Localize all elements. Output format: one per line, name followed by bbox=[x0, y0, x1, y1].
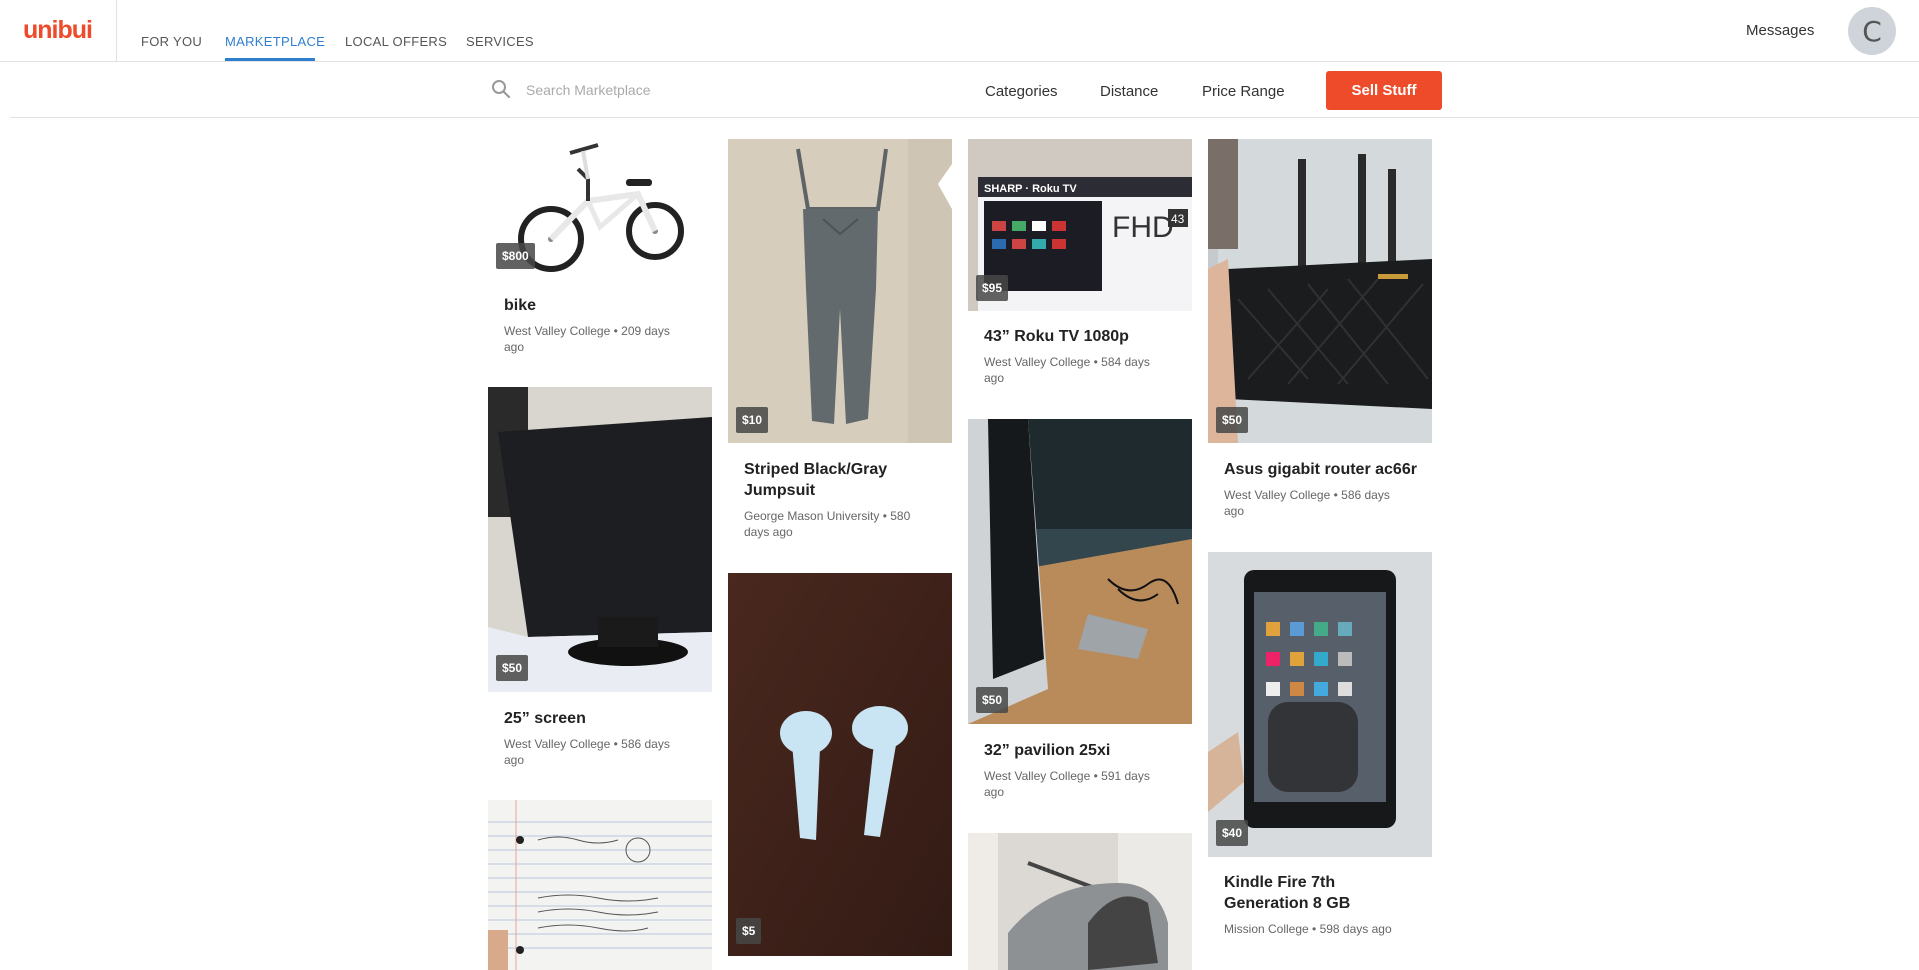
svg-text:FHD: FHD bbox=[1112, 211, 1174, 244]
listing-photo[interactable]: $50 bbox=[1208, 139, 1432, 443]
sell-stuff-button[interactable]: Sell Stuff bbox=[1326, 71, 1442, 110]
listing-card[interactable]: $50 Asus gigabit router ac66r West Valle… bbox=[1208, 139, 1432, 529]
listing-photo[interactable]: $40 bbox=[1208, 552, 1432, 857]
search-icon[interactable] bbox=[491, 79, 511, 99]
listing-card[interactable]: SHARP · Roku TV FHD 43 $95 43” Roku TV 1… bbox=[968, 139, 1192, 389]
search-filter-bar: Categories Distance Price Range Sell Stu… bbox=[10, 63, 1919, 118]
avatar[interactable]: C bbox=[1848, 7, 1896, 55]
listing-meta: West Valley College • 586 days ago bbox=[1224, 488, 1390, 518]
listing-photo[interactable] bbox=[968, 833, 1192, 970]
price-badge: $50 bbox=[496, 655, 529, 681]
listing-photo[interactable] bbox=[488, 800, 712, 970]
svg-text:SHARP · Roku TV: SHARP · Roku TV bbox=[984, 183, 1077, 195]
listing-meta: Mission College • 598 days ago bbox=[1224, 922, 1392, 936]
listing-card[interactable]: $50 25” screen West Valley College • 586… bbox=[488, 387, 712, 777]
listing-title[interactable]: 43” Roku TV 1080p bbox=[984, 326, 1184, 347]
price-badge: $50 bbox=[976, 687, 1009, 713]
listing-card[interactable]: $40 Kindle Fire 7th Generation 8 GB Miss… bbox=[1208, 552, 1432, 952]
price-badge: $95 bbox=[976, 275, 1009, 301]
top-nav-bar: unibui FOR YOU MARKETPLACE LOCAL OFFERS … bbox=[0, 0, 1919, 62]
listing-meta: George Mason University • 580 days ago bbox=[744, 509, 911, 539]
active-tab-indicator bbox=[225, 58, 315, 61]
categories-filter[interactable]: Categories bbox=[985, 83, 1058, 100]
price-range-filter[interactable]: Price Range bbox=[1202, 83, 1285, 100]
tab-local-offers[interactable]: LOCAL OFFERS bbox=[345, 34, 447, 49]
listing-photo[interactable]: $10 bbox=[728, 139, 952, 443]
listing-title[interactable]: Kindle Fire 7th Generation 8 GB bbox=[1224, 872, 1424, 914]
listing-meta: West Valley College • 586 days ago bbox=[504, 737, 670, 767]
listing-photo[interactable]: $50 bbox=[488, 387, 712, 692]
listing-photo[interactable]: $50 bbox=[968, 419, 1192, 724]
listing-title[interactable]: Asus gigabit router ac66r bbox=[1224, 459, 1424, 480]
listing-card[interactable]: $5 bbox=[728, 573, 952, 956]
distance-filter[interactable]: Distance bbox=[1100, 83, 1158, 100]
listing-card[interactable] bbox=[488, 800, 712, 970]
tab-marketplace[interactable]: MARKETPLACE bbox=[225, 34, 325, 49]
svg-text:43: 43 bbox=[1171, 212, 1185, 226]
listing-title[interactable]: 32” pavilion 25xi bbox=[984, 740, 1184, 761]
tab-for-you[interactable]: FOR YOU bbox=[141, 34, 202, 49]
listing-meta: West Valley College • 209 days ago bbox=[504, 324, 670, 354]
listing-card[interactable]: $800 bike West Valley College • 209 days… bbox=[488, 139, 712, 369]
listing-card[interactable] bbox=[968, 833, 1192, 970]
price-badge: $50 bbox=[1216, 407, 1249, 433]
price-badge: $40 bbox=[1216, 820, 1249, 846]
listing-meta: West Valley College • 584 days ago bbox=[984, 355, 1150, 385]
tab-services[interactable]: SERVICES bbox=[466, 34, 534, 49]
unibui-logo[interactable]: unibui bbox=[23, 16, 93, 45]
price-badge: $10 bbox=[736, 407, 769, 433]
nav-divider bbox=[116, 0, 117, 62]
messages-link[interactable]: Messages bbox=[1746, 22, 1814, 39]
price-badge: $800 bbox=[496, 243, 535, 269]
listing-title[interactable]: 25” screen bbox=[504, 708, 704, 729]
listing-title[interactable]: Striped Black/Gray Jumpsuit bbox=[744, 459, 944, 501]
listing-card[interactable]: $10 Striped Black/Gray Jumpsuit George M… bbox=[728, 139, 952, 559]
listing-card[interactable]: $50 32” pavilion 25xi West Valley Colleg… bbox=[968, 419, 1192, 809]
listing-title[interactable]: bike bbox=[504, 295, 704, 316]
listing-photo[interactable]: $800 bbox=[488, 139, 712, 279]
listing-meta: West Valley College • 591 days ago bbox=[984, 769, 1150, 799]
search-input[interactable] bbox=[526, 76, 946, 104]
price-badge: $5 bbox=[736, 918, 762, 944]
listing-photo[interactable]: SHARP · Roku TV FHD 43 $95 bbox=[968, 139, 1192, 311]
listing-photo[interactable]: $5 bbox=[728, 573, 952, 956]
